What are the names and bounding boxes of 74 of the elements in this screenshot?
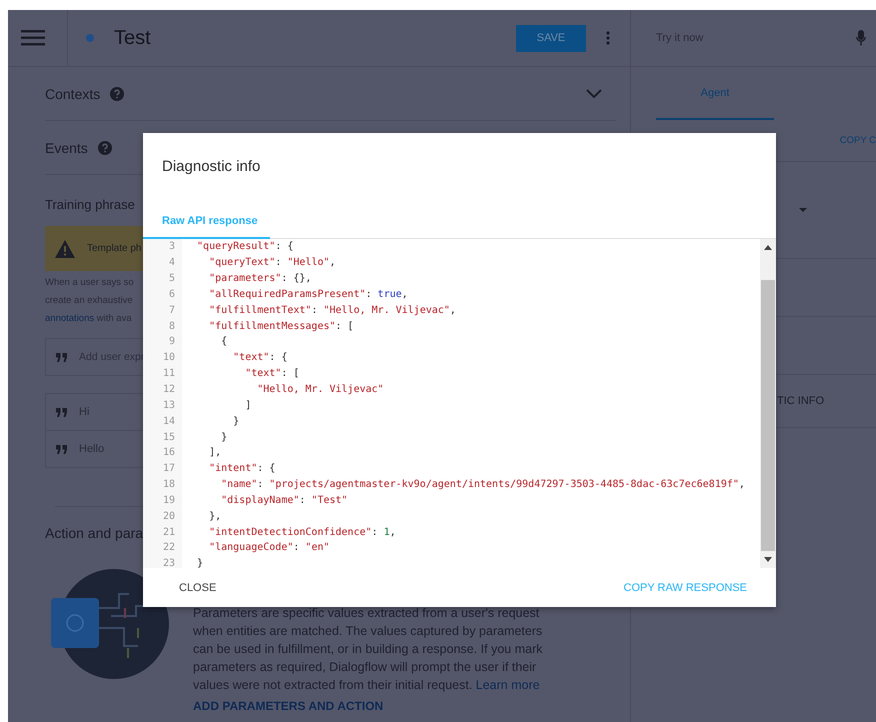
line-number: 15 [162,432,175,443]
section-title: Training phrase [45,197,136,212]
line-number: 12 [162,384,175,396]
parameters-description: Parameters are specific values extracted from a user's request when entities are matched. The values captured by parameters can be used in fulfillment, or in building a response. If you mark parameters as required, Dialogflow will prompt the user if their values were not extracted from their initial request. Learn more [193,605,544,694]
line-number: 7 [168,304,175,316]
warning-icon [55,240,75,258]
scroll-down-icon[interactable] [764,557,772,562]
code-line: "allRequiredParamsPresent": true, [208,288,408,300]
dropdown-caret-icon[interactable] [799,208,807,212]
line-number: 13 [162,400,175,411]
quote-icon [56,444,67,454]
line-number: 5 [168,273,175,284]
code-line: "parameters": {}, [208,273,312,284]
quote-icon [56,352,67,362]
line-number: 9 [168,336,175,348]
save-button[interactable]: SAVE [516,24,586,52]
code-line: "text": { [232,352,288,364]
code-line: ] [244,400,252,411]
help-icon[interactable] [110,86,124,100]
microphone-icon[interactable] [856,30,866,46]
code-line: "languageCode": "en" [208,542,330,554]
code-line: "fulfillmentText": "Hello, Mr. Viljevac", [208,304,456,316]
line-number: 22 [162,542,175,554]
line-number: 14 [162,416,175,427]
scrollbar[interactable] [760,239,776,568]
line-number: 17 [162,463,175,474]
scroll-up-icon[interactable] [764,245,772,250]
help-icon[interactable] [98,140,112,154]
menu-icon[interactable] [21,30,45,46]
code-line: "text": [ [244,368,300,380]
line-number: 20 [162,510,175,522]
code-line: ], [208,447,222,458]
copy-curl-button[interactable]: COPY C [840,135,876,146]
section-title: Events [45,140,88,156]
code-line: } [232,416,240,427]
more-options-icon[interactable] [606,31,610,45]
code-line: "queryResult": { [196,241,294,252]
line-number: 19 [162,494,175,506]
learn-more-link[interactable]: Learn more [476,678,540,692]
agent-tab[interactable]: Agent [656,67,774,120]
code-line: }, [208,510,222,522]
code-line: "fulfillmentMessages": [ [208,320,354,332]
chevron-down-icon[interactable] [586,88,602,98]
code-line: "name": "projects/agentmaster-kv9o/agent/intents/99d47297-3503-4485-8dac-63c7ec6e819f", [220,479,745,490]
line-number: 21 [162,526,175,538]
line-number: 4 [168,257,175,268]
code-line: "queryText": "Hello", [208,257,336,268]
line-number: 6 [168,288,175,300]
line-number: 18 [162,479,175,490]
section-title: Contexts [45,86,100,102]
dialog-title: Diagnostic info [161,157,262,177]
intent-title: Test [114,26,151,50]
code-line: "intent": { [208,463,276,474]
line-number: 16 [162,447,175,458]
status-dot-icon [86,34,94,42]
diagnostic-info-button[interactable]: TIC INFO [777,395,824,407]
code-line: "displayName": "Test" [220,494,348,506]
line-number: 11 [162,368,175,380]
code-line: "Hello, Mr. Viljevac" [256,384,384,396]
line-number: 3 [168,241,175,252]
code-line: } [220,432,228,443]
code-line: "intentDetectionConfidence": 1, [208,526,396,538]
banner-text: Template ph [87,243,142,254]
add-parameters-button[interactable]: ADD PARAMETERS AND ACTION [193,699,384,713]
line-number: 8 [168,320,175,332]
close-button[interactable]: CLOSE [169,576,226,600]
quote-icon [56,408,67,416]
copy-raw-response-button[interactable]: COPY RAW RESPONSE [614,576,757,600]
line-number: 23 [162,558,175,568]
annotations-link[interactable]: annotations [45,313,94,324]
section-title: Action and para [45,525,144,541]
line-number: 10 [162,352,175,364]
code-line: { [220,336,228,348]
code-line: } [196,558,204,568]
